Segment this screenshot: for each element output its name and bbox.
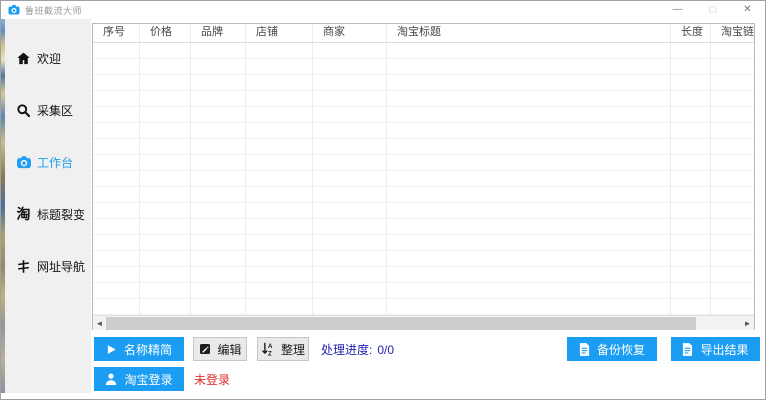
sidebar-item-label: 网址导航 xyxy=(37,258,85,275)
backup-restore-label: 备份恢复 xyxy=(597,341,645,358)
edit-icon xyxy=(199,343,211,355)
scrollbar-track[interactable] xyxy=(696,316,741,331)
scroll-left-arrow-icon[interactable]: ◄ xyxy=(93,316,106,331)
backup-restore-button[interactable]: 备份恢复 xyxy=(567,337,657,361)
horizontal-scrollbar[interactable]: ◄ ► xyxy=(93,315,754,330)
sidebar-item-label: 采集区 xyxy=(37,102,73,119)
grid-body xyxy=(93,43,754,315)
main-area: 序号价格品牌店铺商家淘宝标题长度淘宝链接 ◄ ► 名称精简 xyxy=(91,19,765,399)
person-icon xyxy=(105,373,117,385)
column-header-1[interactable]: 序号 xyxy=(93,24,140,42)
edit-button[interactable]: 编辑 xyxy=(193,337,247,361)
simplify-names-button[interactable]: 名称精简 xyxy=(94,337,184,361)
sidebar-item-welcome[interactable]: 欢迎 xyxy=(15,45,91,71)
search-icon xyxy=(15,102,32,119)
export-results-label: 导出结果 xyxy=(700,341,748,358)
grid-column-line xyxy=(312,43,313,315)
grid-column-line xyxy=(386,43,387,315)
taobao-login-button[interactable]: 淘宝登录 xyxy=(94,367,184,391)
grid-column-line xyxy=(670,43,671,315)
svg-text:A: A xyxy=(268,343,273,350)
maximize-button[interactable]: ▢ xyxy=(695,1,730,19)
sidebar-item-title-fission[interactable]: 淘标题裂变 xyxy=(15,201,91,227)
window-controls: — ▢ ✕ xyxy=(660,1,765,19)
progress-indicator: 处理进度: 0/0 xyxy=(321,341,394,358)
document-icon xyxy=(682,343,693,356)
window-title: 鲁班截流大师 xyxy=(25,4,82,17)
sort-az-icon: A Z xyxy=(261,342,274,356)
svg-text:Z: Z xyxy=(268,351,272,356)
document-icon xyxy=(579,343,590,356)
sort-button[interactable]: A Z 整理 xyxy=(257,337,309,361)
column-header-2[interactable]: 价格 xyxy=(140,24,191,42)
titlebar: 鲁班截流大师 — ▢ ✕ xyxy=(1,1,765,19)
grid-column-line xyxy=(139,43,140,315)
sidebar-item-label: 标题裂变 xyxy=(37,206,85,223)
minimize-button[interactable]: — xyxy=(660,1,695,19)
scroll-right-arrow-icon[interactable]: ► xyxy=(741,316,754,331)
grid-column-line xyxy=(190,43,191,315)
play-icon xyxy=(106,344,117,355)
close-button[interactable]: ✕ xyxy=(730,1,765,19)
export-results-button[interactable]: 导出结果 xyxy=(671,337,760,361)
column-header-8[interactable]: 淘宝链接 xyxy=(711,24,754,42)
camera-icon xyxy=(15,154,32,171)
home-icon xyxy=(15,50,32,67)
grid-column-line xyxy=(245,43,246,315)
sidebar-item-label: 工作台 xyxy=(37,154,73,171)
app-window: 鲁班截流大师 — ▢ ✕ 欢迎采集区工作台淘标题裂变网址导航 序号价格品牌店铺商… xyxy=(0,0,766,400)
nav-icon xyxy=(15,258,32,275)
simplify-names-label: 名称精简 xyxy=(124,341,172,358)
sidebar-item-label: 欢迎 xyxy=(37,50,61,67)
sidebar-item-workbench[interactable]: 工作台 xyxy=(15,149,91,175)
edit-label: 编辑 xyxy=(218,341,242,358)
sidebar: 欢迎采集区工作台淘标题裂变网址导航 xyxy=(5,19,91,393)
progress-value: 0/0 xyxy=(377,343,394,357)
taobao-login-label: 淘宝登录 xyxy=(124,371,172,388)
toolbar-row-2: 淘宝登录 未登录 xyxy=(94,367,230,391)
login-status-badge: 未登录 xyxy=(194,371,230,388)
sidebar-item-url-nav[interactable]: 网址导航 xyxy=(15,253,91,279)
results-grid: 序号价格品牌店铺商家淘宝标题长度淘宝链接 ◄ ► xyxy=(92,23,755,330)
column-header-3[interactable]: 品牌 xyxy=(191,24,246,42)
progress-label: 处理进度: xyxy=(321,343,372,357)
app-camera-icon xyxy=(8,4,20,16)
column-header-4[interactable]: 店铺 xyxy=(246,24,313,42)
sort-label: 整理 xyxy=(281,341,305,358)
grid-header-row: 序号价格品牌店铺商家淘宝标题长度淘宝链接 xyxy=(93,24,754,43)
toolbar-row-1: 名称精简 编辑 xyxy=(94,337,760,361)
tao-icon: 淘 xyxy=(15,206,32,223)
column-header-5[interactable]: 商家 xyxy=(313,24,387,42)
scrollbar-thumb[interactable] xyxy=(106,317,696,330)
sidebar-item-collection[interactable]: 采集区 xyxy=(15,97,91,123)
app-body: 欢迎采集区工作台淘标题裂变网址导航 序号价格品牌店铺商家淘宝标题长度淘宝链接 ◄… xyxy=(1,19,765,399)
column-header-7[interactable]: 长度 xyxy=(671,24,711,42)
column-header-6[interactable]: 淘宝标题 xyxy=(387,24,671,42)
grid-column-line xyxy=(710,43,711,315)
